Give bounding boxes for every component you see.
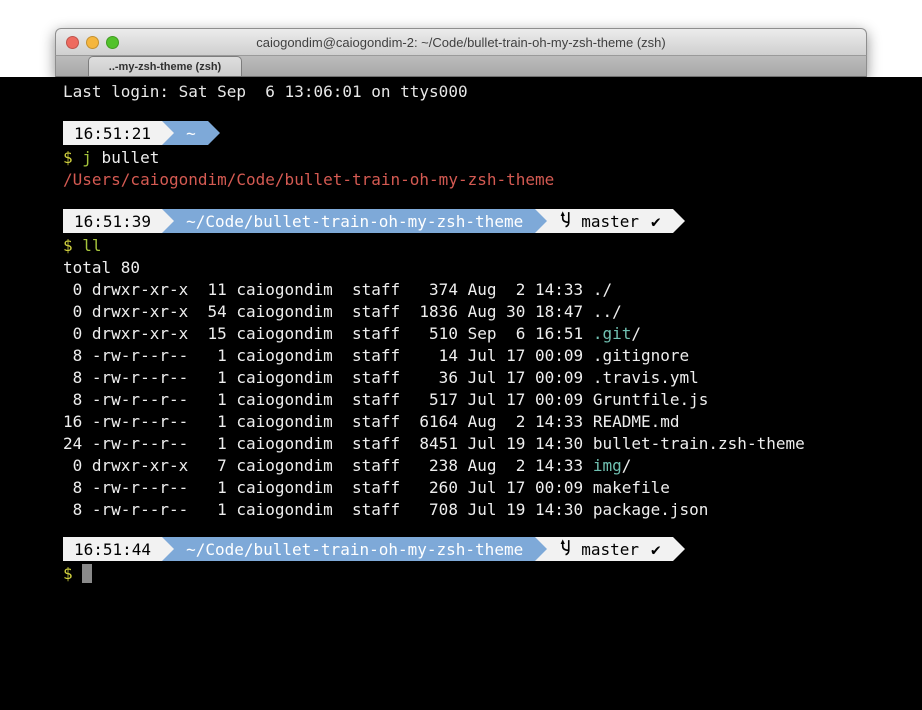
ls-row-filename: ./ [593,280,612,299]
powerline-arrow-icon [162,209,174,233]
traffic-lights [66,29,119,55]
ls-row-details: 8 -rw-r--r-- 1 caiogondim staff 14 Jul 1… [63,346,593,365]
ls-row-details: 8 -rw-r--r-- 1 caiogondim staff 708 Jul … [63,500,593,519]
tab-active[interactable]: ..-my-zsh-theme (zsh) [88,56,242,76]
ls-row-filename: package.json [593,500,709,519]
powerline-arrow-icon [162,537,174,561]
powerline-arrow-icon [535,537,547,561]
ls-row-details: 24 -rw-r--r-- 1 caiogondim staff 8451 Ju… [63,434,593,453]
command-name: ll [82,236,101,255]
terminal-window: caiogondim@caiogondim-2: ~/Code/bullet-t… [55,28,867,77]
git-clean-check-icon: ✔ [651,540,661,559]
ls-row-details: 0 drwxr-xr-x 54 caiogondim staff 1836 Au… [63,302,593,321]
ls-row-filename: ../ [593,302,622,321]
ls-row: 8 -rw-r--r-- 1 caiogondim staff 708 Jul … [63,499,922,521]
prompt-line: 16:51:21 ~ [63,121,922,145]
terminal-cursor [82,564,92,583]
git-branch-name: master [581,540,639,559]
ls-total-line: total 80 [63,257,922,279]
prompt-path-segment: ~/Code/bullet-train-oh-my-zsh-theme [174,537,535,561]
ls-row-details: 8 -rw-r--r-- 1 caiogondim staff 260 Jul … [63,478,593,497]
ls-row-suffix: / [631,324,641,343]
tab-bar[interactable]: ..-my-zsh-theme (zsh) [55,56,867,77]
window-titlebar[interactable]: caiogondim@caiogondim-2: ~/Code/bullet-t… [55,28,867,56]
powerline-arrow-icon [535,209,547,233]
ls-row-filename: .gitignore [593,346,689,365]
ls-row-suffix: / [622,456,632,475]
ls-row: 0 drwxr-xr-x 11 caiogondim staff 374 Aug… [63,279,922,301]
last-login-line: Last login: Sat Sep 6 13:06:01 on ttys00… [63,81,922,103]
ls-row: 0 drwxr-xr-x 15 caiogondim staff 510 Sep… [63,323,922,345]
minimize-button[interactable] [86,36,99,49]
ls-row-details: 16 -rw-r--r-- 1 caiogondim staff 6164 Au… [63,412,593,431]
terminal-screen[interactable]: Last login: Sat Sep 6 13:06:01 on ttys00… [0,77,922,710]
window-title: caiogondim@caiogondim-2: ~/Code/bullet-t… [256,35,666,50]
ls-row: 16 -rw-r--r-- 1 caiogondim staff 6164 Au… [63,411,922,433]
command-line: $ ll [63,235,922,257]
ls-row-filename: Gruntfile.js [593,390,709,409]
powerline-arrow-icon [162,121,174,145]
ls-row-filename: .git [593,324,632,343]
tab-label: ..-my-zsh-theme (zsh) [109,61,221,73]
active-command-line[interactable]: $ [63,563,922,585]
ls-output: 0 drwxr-xr-x 11 caiogondim staff 374 Aug… [63,279,922,521]
zoom-button[interactable] [106,36,119,49]
ls-row: 8 -rw-r--r-- 1 caiogondim staff 517 Jul … [63,389,922,411]
prompt-symbol: $ [63,148,73,167]
ls-row-details: 8 -rw-r--r-- 1 caiogondim staff 36 Jul 1… [63,368,593,387]
ls-row: 0 drwxr-xr-x 54 caiogondim staff 1836 Au… [63,301,922,323]
ls-row-filename: .travis.yml [593,368,699,387]
prompt-path-segment: ~ [174,121,208,145]
ls-row-filename: makefile [593,478,670,497]
git-clean-check-icon: ✔ [651,212,661,231]
powerline-arrow-icon [673,209,685,233]
ls-row-details: 0 drwxr-xr-x 11 caiogondim staff 374 Aug… [63,280,593,299]
ls-row: 8 -rw-r--r-- 1 caiogondim staff 260 Jul … [63,477,922,499]
command-line: $ j bullet [63,147,922,169]
prompt-time-segment: 16:51:39 [63,209,162,233]
ls-row-filename: README.md [593,412,680,431]
git-branch-icon [559,538,572,561]
prompt-line: 16:51:39 ~/Code/bullet-train-oh-my-zsh-t… [63,209,922,233]
git-branch-name: master [581,212,639,231]
prompt-time-segment: 16:51:21 [63,121,162,145]
command-args: bullet [92,148,159,167]
close-button[interactable] [66,36,79,49]
ls-row-filename: img [593,456,622,475]
prompt-path-segment: ~/Code/bullet-train-oh-my-zsh-theme [174,209,535,233]
jump-output-line: /Users/caiogondim/Code/bullet-train-oh-m… [63,169,922,191]
prompt-git-segment: master ✔ [547,209,672,233]
ls-row: 24 -rw-r--r-- 1 caiogondim staff 8451 Ju… [63,433,922,455]
prompt-line: 16:51:44 ~/Code/bullet-train-oh-my-zsh-t… [63,537,922,561]
powerline-arrow-icon [673,537,685,561]
prompt-symbol: $ [63,564,73,583]
ls-row: 8 -rw-r--r-- 1 caiogondim staff 14 Jul 1… [63,345,922,367]
powerline-arrow-icon [208,121,220,145]
ls-row-details: 0 drwxr-xr-x 7 caiogondim staff 238 Aug … [63,456,593,475]
prompt-symbol: $ [63,236,73,255]
ls-row: 0 drwxr-xr-x 7 caiogondim staff 238 Aug … [63,455,922,477]
ls-row-filename: bullet-train.zsh-theme [593,434,805,453]
ls-row-details: 0 drwxr-xr-x 15 caiogondim staff 510 Sep… [63,324,593,343]
ls-row-details: 8 -rw-r--r-- 1 caiogondim staff 517 Jul … [63,390,593,409]
prompt-time-segment: 16:51:44 [63,537,162,561]
git-branch-icon [559,210,572,233]
prompt-git-segment: master ✔ [547,537,672,561]
ls-row: 8 -rw-r--r-- 1 caiogondim staff 36 Jul 1… [63,367,922,389]
command-name: j [82,148,92,167]
